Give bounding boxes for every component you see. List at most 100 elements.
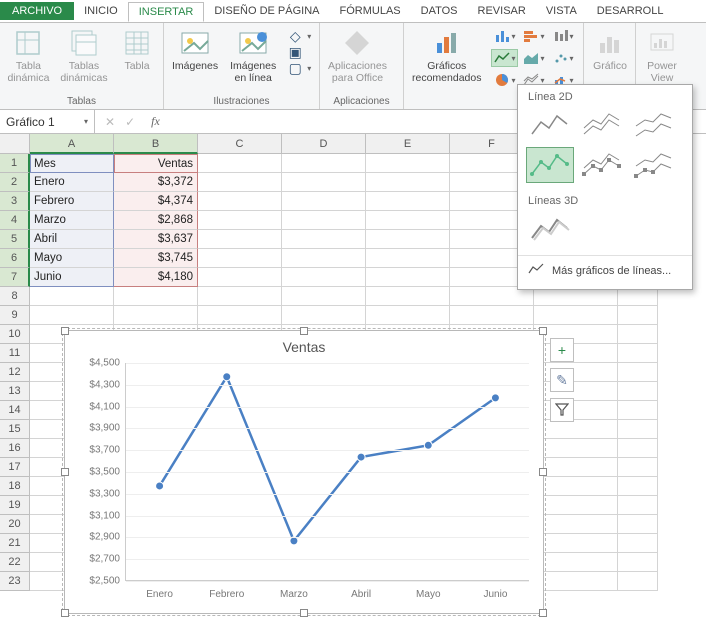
stacked-line-option[interactable]: [578, 107, 626, 143]
cell[interactable]: [198, 173, 282, 192]
apps-button[interactable]: Aplicaciones para Office: [326, 25, 389, 86]
cell[interactable]: [534, 401, 618, 420]
accept-formula-icon[interactable]: ✓: [125, 115, 135, 129]
tab-revisar[interactable]: REVISAR: [468, 2, 536, 20]
cell[interactable]: [618, 439, 658, 458]
row-header[interactable]: 22: [0, 553, 30, 572]
recommended-pivot-button[interactable]: Tablas dinámicas: [59, 25, 109, 86]
resize-handle[interactable]: [61, 327, 69, 335]
cell[interactable]: Abril: [30, 230, 114, 249]
cell[interactable]: [618, 553, 658, 572]
stacked-line-markers-option[interactable]: [578, 147, 626, 183]
cell[interactable]: [534, 515, 618, 534]
row-header[interactable]: 21: [0, 534, 30, 553]
screenshot-button[interactable]: ▢▾: [286, 61, 311, 75]
cell[interactable]: [534, 553, 618, 572]
online-images-button[interactable]: Imágenes en línea: [228, 25, 278, 86]
embedded-chart[interactable]: Ventas EneroFebreroMarzoAbrilMayoJunio $…: [64, 330, 544, 614]
cell[interactable]: [534, 534, 618, 553]
cell[interactable]: $4,180: [114, 268, 198, 287]
cell[interactable]: [198, 249, 282, 268]
row-header[interactable]: 19: [0, 496, 30, 515]
cell[interactable]: [282, 173, 366, 192]
line-markers-option[interactable]: [526, 147, 574, 183]
cell[interactable]: [618, 363, 658, 382]
row-header[interactable]: 3: [0, 192, 30, 211]
row-header[interactable]: 14: [0, 401, 30, 420]
row-header[interactable]: 9: [0, 306, 30, 325]
cell[interactable]: [534, 496, 618, 515]
cell[interactable]: [282, 230, 366, 249]
insert-column-chart-button[interactable]: ▾: [491, 27, 518, 45]
tab-inicio[interactable]: INICIO: [74, 2, 128, 20]
cell[interactable]: [618, 306, 658, 325]
cell[interactable]: [366, 173, 450, 192]
cell[interactable]: [618, 572, 658, 591]
cell[interactable]: [366, 268, 450, 287]
cell[interactable]: [282, 306, 366, 325]
cell[interactable]: [618, 477, 658, 496]
row-header[interactable]: 20: [0, 515, 30, 534]
chart-styles-button[interactable]: ✎: [550, 368, 574, 392]
resize-handle[interactable]: [539, 468, 547, 476]
line-chart-option[interactable]: [526, 107, 574, 143]
cell[interactable]: Enero: [30, 173, 114, 192]
cell[interactable]: [618, 382, 658, 401]
row-header[interactable]: 1: [0, 154, 30, 173]
cell[interactable]: [366, 230, 450, 249]
tab-file[interactable]: ARCHIVO: [0, 2, 74, 20]
cell[interactable]: [534, 420, 618, 439]
row-header[interactable]: 10: [0, 325, 30, 344]
cell[interactable]: [618, 496, 658, 515]
cell[interactable]: $3,637: [114, 230, 198, 249]
row-header[interactable]: 17: [0, 458, 30, 477]
row-header[interactable]: 23: [0, 572, 30, 591]
cell[interactable]: [366, 287, 450, 306]
cell[interactable]: [30, 306, 114, 325]
cell[interactable]: [618, 534, 658, 553]
cell[interactable]: [114, 287, 198, 306]
row-header[interactable]: 7: [0, 268, 30, 287]
cell[interactable]: [618, 325, 658, 344]
more-line-charts-button[interactable]: Más gráficos de líneas...: [518, 255, 692, 285]
percent-stacked-line-markers-option[interactable]: [630, 147, 678, 183]
tab-diseno[interactable]: DISEÑO DE PÁGINA: [204, 2, 329, 20]
line-3d-option[interactable]: [526, 211, 574, 247]
row-header[interactable]: 5: [0, 230, 30, 249]
cancel-formula-icon[interactable]: ✕: [105, 115, 115, 129]
cell[interactable]: [282, 287, 366, 306]
cell[interactable]: [282, 154, 366, 173]
row-header[interactable]: 4: [0, 211, 30, 230]
fx-icon[interactable]: fx: [151, 114, 160, 129]
row-header[interactable]: 13: [0, 382, 30, 401]
cell[interactable]: Febrero: [30, 192, 114, 211]
cell[interactable]: [114, 306, 198, 325]
cell[interactable]: Mayo: [30, 249, 114, 268]
tab-insertar[interactable]: INSERTAR: [128, 2, 205, 22]
chevron-down-icon[interactable]: ▾: [84, 117, 88, 126]
cell[interactable]: [450, 306, 534, 325]
cell[interactable]: $2,868: [114, 211, 198, 230]
chart-filters-button[interactable]: [550, 398, 574, 422]
cell[interactable]: $3,745: [114, 249, 198, 268]
cell[interactable]: [618, 401, 658, 420]
cell[interactable]: [198, 192, 282, 211]
cell[interactable]: $4,374: [114, 192, 198, 211]
table-button[interactable]: Tabla: [117, 25, 157, 75]
tab-desarrollador[interactable]: DESARROLL: [587, 2, 674, 20]
cell[interactable]: [198, 230, 282, 249]
row-header[interactable]: 18: [0, 477, 30, 496]
row-header[interactable]: 8: [0, 287, 30, 306]
recommended-charts-button[interactable]: Gráficos recomendados: [410, 25, 483, 86]
chart-plot-area[interactable]: EneroFebreroMarzoAbrilMayoJunio $2,500$2…: [125, 363, 529, 581]
resize-handle[interactable]: [539, 327, 547, 335]
cell[interactable]: [534, 477, 618, 496]
cell[interactable]: [534, 382, 618, 401]
cell[interactable]: [618, 420, 658, 439]
cell[interactable]: [366, 154, 450, 173]
insert-pie-chart-button[interactable]: ▾: [491, 71, 518, 89]
name-box[interactable]: Gráfico 1 ▾: [0, 110, 95, 133]
cell[interactable]: [618, 344, 658, 363]
cell[interactable]: [366, 211, 450, 230]
resize-handle[interactable]: [539, 609, 547, 617]
